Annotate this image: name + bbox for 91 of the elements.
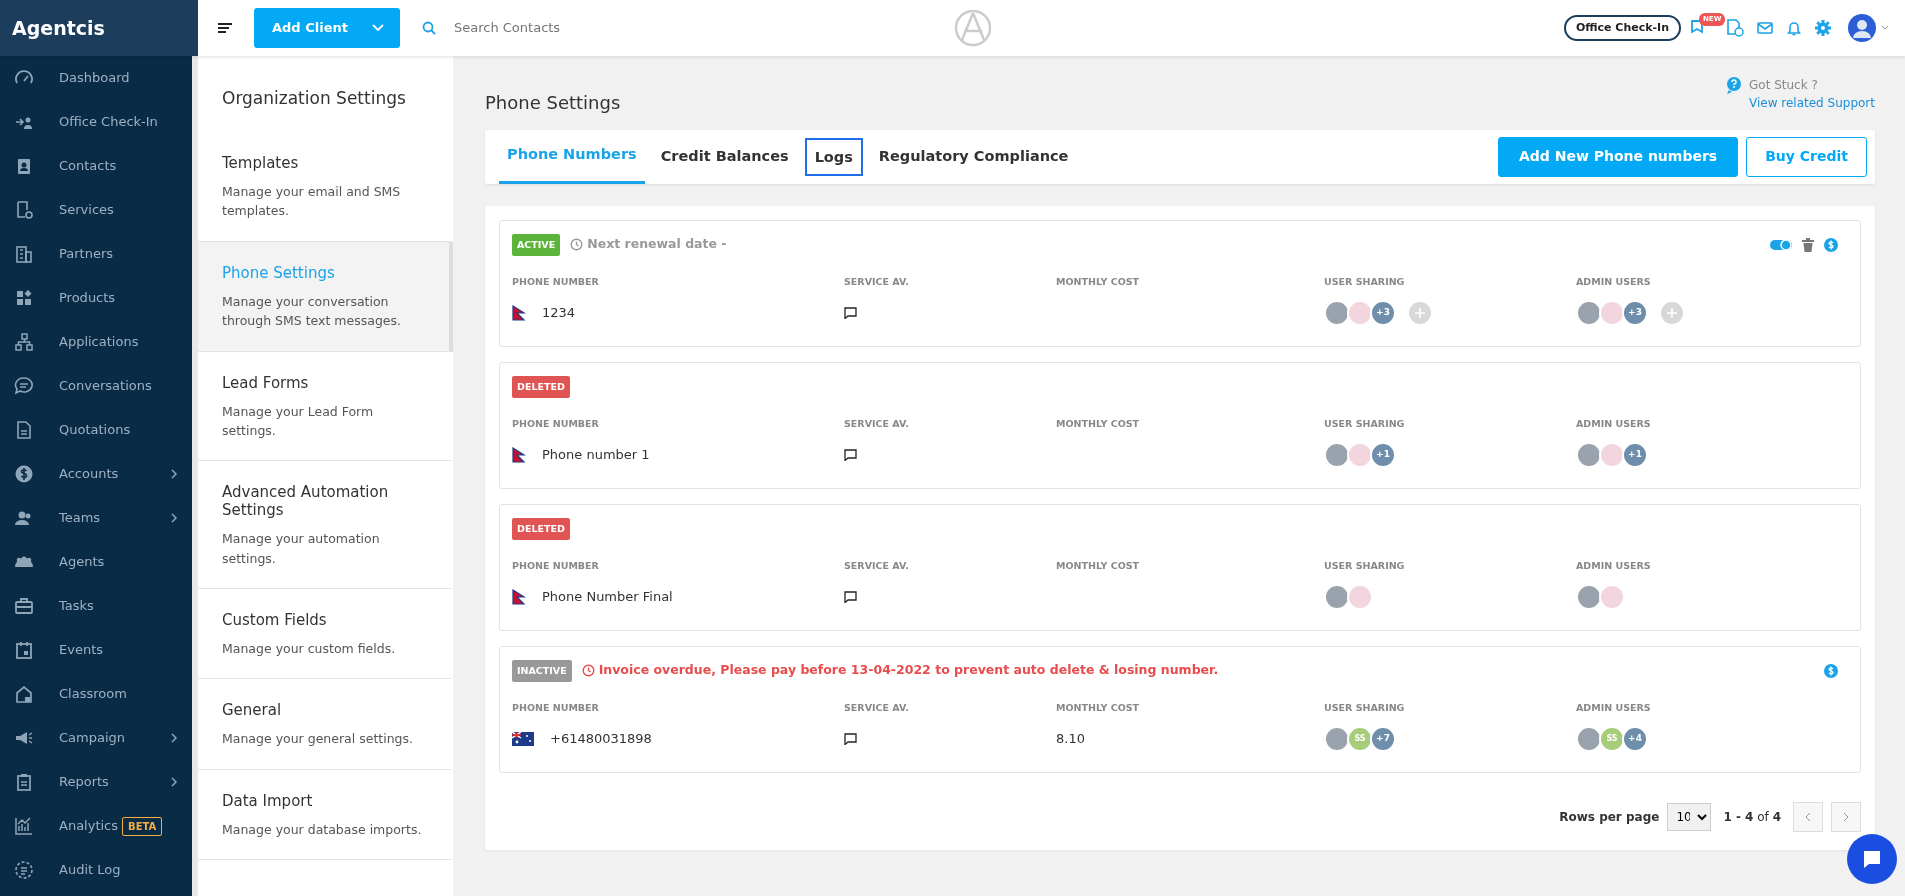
column-header: ADMIN USERS [1576, 274, 1652, 289]
settings-item[interactable]: Advanced Automation Settings Manage your automation settings. [198, 461, 453, 589]
page-range: 1 - 4 of 4 [1723, 808, 1781, 826]
tab[interactable]: Regulatory Compliance [868, 129, 1079, 184]
notice-text: Invoice overdue, Please pay before 13-04-2022 to prevent auto delete & losing number. [581, 661, 1219, 681]
settings-item-description: Manage your Lead Form settings. [222, 402, 375, 440]
column-header: MONTHLY COST [1056, 274, 1141, 289]
column-header: ADMIN USERS [1576, 700, 1652, 715]
sidebar-item[interactable]: Reports [0, 760, 192, 804]
brand-logo[interactable]: Agentcis [0, 0, 198, 56]
column-header: PHONE NUMBER [512, 700, 600, 715]
column-header: SERVICE AV. [844, 558, 910, 573]
status-badge: ACTIVE [512, 233, 561, 256]
sidebar-item[interactable]: Applications [0, 320, 192, 364]
settings-item-description: Manage your database imports. [222, 820, 423, 839]
sidebar-item[interactable]: Accounts [0, 452, 192, 496]
column-header: MONTHLY COST [1056, 558, 1141, 573]
settings-item-title: Lead Forms [222, 373, 310, 392]
settings-item[interactable]: Data Import Manage your database imports. [198, 769, 453, 861]
phone-number: 1234 [542, 304, 576, 323]
phone-number: Phone Number Final [542, 588, 673, 607]
rows-per-page-label: Rows per page [1559, 808, 1660, 826]
panel-title: Organization Settings [221, 87, 407, 110]
more-users-count: +1 [1622, 442, 1648, 469]
rows-per-page-select[interactable]: 10 [1667, 802, 1712, 831]
column-header: SERVICE AV. [844, 700, 910, 715]
sidebar-item[interactable]: Dashboard [0, 56, 192, 100]
status-badge: DELETED [512, 517, 570, 540]
settings-item[interactable]: General Manage your general settings. [198, 679, 453, 770]
tab[interactable]: Credit Balances [650, 129, 799, 184]
more-users-count: +4 [1622, 726, 1648, 753]
sidebar-item[interactable]: Campaign [0, 716, 192, 760]
settings-item-description: Manage your automation settings. [222, 530, 381, 568]
settings-item-title: Advanced Automation Settings [222, 483, 390, 520]
sidebar-item[interactable]: Audit Log [0, 848, 192, 892]
avatar-initials: SS [1347, 726, 1373, 753]
beta-badge: BETA [122, 816, 163, 836]
sidebar-item[interactable]: Services [0, 188, 192, 232]
sidebar-item[interactable]: Office Check-In [0, 100, 192, 144]
tab[interactable]: Logs [804, 137, 863, 176]
notice-text: Next renewal date - [570, 235, 727, 255]
settings-item-title: Templates [222, 154, 300, 172]
sidebar-item[interactable]: Classroom [0, 672, 192, 716]
sidebar-item[interactable]: Tasks [0, 584, 192, 628]
phone-number: Phone number 1 [542, 446, 650, 465]
column-header: ADMIN USERS [1576, 416, 1652, 431]
sidebar-item[interactable]: Partners [0, 232, 192, 276]
settings-item-description: Manage your general settings. [222, 730, 414, 749]
more-users-count: +3 [1622, 300, 1648, 327]
more-users-count: +3 [1370, 300, 1396, 327]
settings-item-title: General [222, 701, 283, 720]
settings-item-title: Data Import [222, 791, 314, 810]
settings-item[interactable]: Lead Forms Manage your Lead Form settings. [198, 351, 453, 462]
sidebar-item[interactable]: Analytics BETA [0, 804, 192, 848]
settings-item-title: Custom Fields [222, 611, 328, 629]
sidebar-item[interactable]: Events [0, 628, 192, 672]
monthly-cost: 8.10 [1056, 730, 1085, 749]
column-header: PHONE NUMBER [512, 416, 600, 431]
column-header: ADMIN USERS [1576, 558, 1652, 573]
more-users-count: +1 [1370, 442, 1396, 469]
settings-item-description: Manage your custom fields. [222, 640, 397, 658]
status-badge: DELETED [512, 375, 570, 398]
settings-item-description: Manage your conversation through SMS text messages. [222, 292, 403, 331]
column-header: USER SHARING [1324, 274, 1406, 289]
sidebar-item[interactable]: Agents [0, 540, 192, 584]
page-title: Phone Settings [485, 92, 621, 114]
column-header: USER SHARING [1324, 558, 1406, 573]
settings-item-description: Manage your email and SMS templates. [222, 183, 402, 221]
column-header: PHONE NUMBER [512, 558, 600, 573]
column-header: PHONE NUMBER [512, 274, 600, 289]
column-header: MONTHLY COST [1056, 700, 1141, 715]
column-header: USER SHARING [1324, 700, 1406, 715]
avatar-initials: SS [1599, 726, 1625, 753]
more-users-count: +7 [1370, 726, 1396, 753]
settings-item[interactable]: Phone Settings Manage your conversation through SMS text messages. [198, 241, 453, 352]
phone-number: +61480031898 [550, 730, 652, 749]
sidebar-item[interactable]: Contacts [0, 144, 192, 188]
sidebar-item[interactable]: Teams [0, 496, 192, 540]
sidebar-item[interactable]: Conversations [0, 364, 192, 408]
settings-item-title: Phone Settings [222, 263, 336, 282]
column-header: SERVICE AV. [844, 416, 910, 431]
column-header: USER SHARING [1324, 416, 1406, 431]
sidebar-item[interactable]: Quotations [0, 408, 192, 452]
office-check-in-button[interactable]: Office Check-In [1563, 14, 1681, 42]
settings-item[interactable]: Custom Fields Manage your custom fields. [198, 589, 453, 680]
sidebar-item[interactable]: Products [0, 276, 192, 320]
settings-item[interactable]: Templates Manage your email and SMS templates. [198, 144, 453, 242]
column-header: SERVICE AV. [844, 274, 910, 289]
status-badge: INACTIVE [512, 659, 572, 682]
help-title: Got Stuck ? [1749, 77, 1819, 94]
column-header: MONTHLY COST [1056, 416, 1141, 431]
